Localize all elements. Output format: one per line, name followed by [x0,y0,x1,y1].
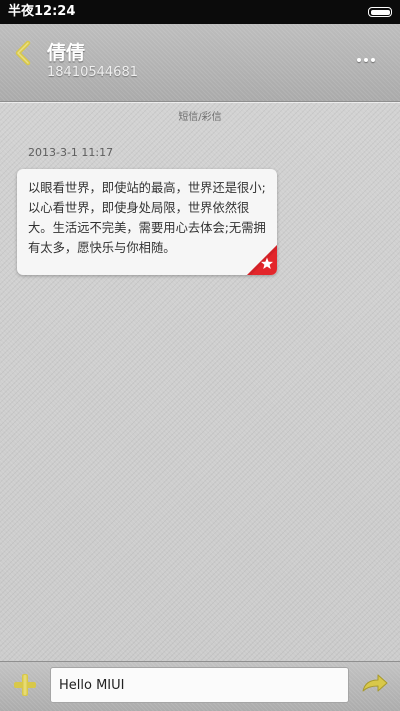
send-arrow-icon [362,674,388,692]
message-input[interactable] [50,667,349,703]
back-button[interactable] [8,36,38,70]
message-type-label: 短信/彩信 [178,112,222,123]
status-time: 半夜12:24 [8,4,76,19]
compose-bar [0,661,400,711]
message-timestamp: 2013-3-1 11:17 [28,146,114,159]
message-bubble[interactable]: 以眼看世界，即使站的最高，世界还是很小;以心看世界，即使身处局限，世界依然很大。… [17,169,277,275]
more-options-button[interactable] [352,48,380,72]
battery-icon [368,7,392,17]
plus-icon [14,674,36,696]
status-bar: 半夜12:24 [0,0,400,24]
add-attachment-button[interactable] [11,671,39,699]
more-dots-icon [357,58,361,62]
conversation-header: 倩倩 18410544681 [0,24,400,102]
contact-number: 18410544681 [47,65,138,80]
contact-name: 倩倩 [47,42,86,64]
send-button[interactable] [360,669,390,699]
message-text: 以眼看世界，即使站的最高，世界还是很小;以心看世界，即使身处局限，世界依然很大。… [28,181,266,255]
back-arrow-icon [15,40,31,66]
star-icon [247,245,277,275]
